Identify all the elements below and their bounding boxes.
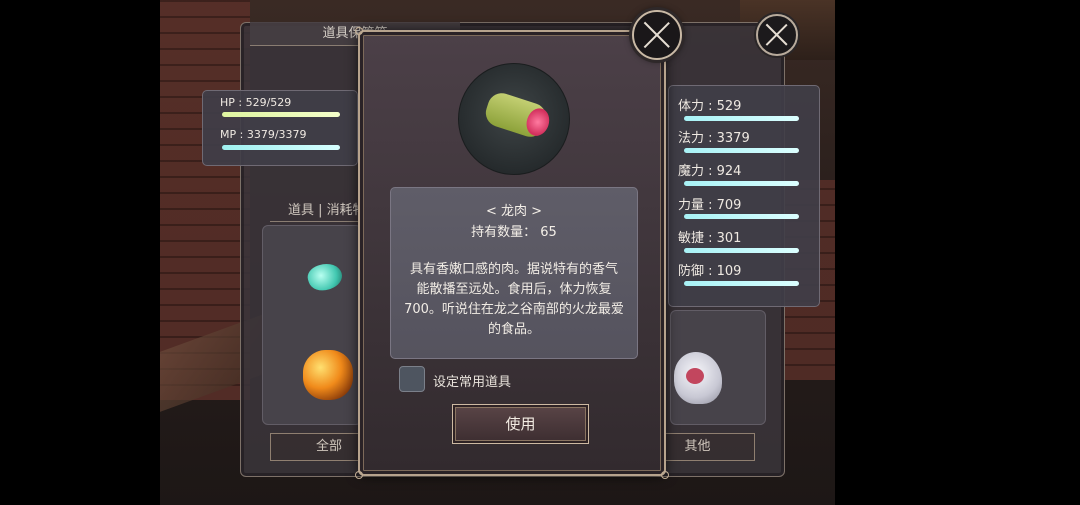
- letterbox-right: [835, 0, 1080, 505]
- stat-defense: 防御 : 109: [678, 264, 742, 279]
- hp-label: HP : 529/529: [220, 96, 292, 109]
- ore-item-icon[interactable]: [303, 350, 353, 400]
- favorite-checkbox[interactable]: [399, 366, 425, 392]
- item-count: 持有数量： 65: [471, 225, 557, 240]
- corner-ornament: [355, 27, 363, 35]
- stat-mana-bar: [684, 148, 799, 153]
- item-name: < 龙肉 >: [485, 204, 543, 219]
- stat-magic-bar: [684, 181, 799, 186]
- hp-bar: [222, 112, 340, 117]
- use-button[interactable]: 使用: [452, 404, 589, 444]
- storage-close-button[interactable]: [756, 14, 798, 56]
- corner-ornament: [355, 471, 363, 479]
- stat-vitality: 体力 : 529: [678, 99, 742, 114]
- close-icon: [764, 22, 791, 49]
- letterbox-left: [0, 0, 160, 505]
- item-description: 具有香嫩口感的肉。据说特有的香气能散播至远处。食用后，体力恢复700。听说住在龙…: [404, 262, 624, 337]
- stat-agility-bar: [684, 248, 799, 253]
- close-icon: [641, 19, 673, 51]
- stat-magic: 魔力 : 924: [678, 164, 742, 179]
- mp-bar: [222, 145, 340, 150]
- stat-strength: 力量 : 709: [678, 198, 742, 213]
- mp-label: MP : 3379/3379: [220, 128, 307, 141]
- category-tab[interactable]: 道具 | 消耗物: [270, 200, 360, 222]
- stat-defense-bar: [684, 281, 799, 286]
- modal-close-button[interactable]: [632, 10, 682, 60]
- favorite-label: 设定常用道具: [433, 375, 512, 390]
- stat-agility: 敏捷 : 301: [678, 231, 742, 246]
- corner-ornament: [661, 471, 669, 479]
- stat-vitality-bar: [684, 116, 799, 121]
- stat-strength-bar: [684, 214, 799, 219]
- stat-mana: 法力 : 3379: [678, 131, 750, 146]
